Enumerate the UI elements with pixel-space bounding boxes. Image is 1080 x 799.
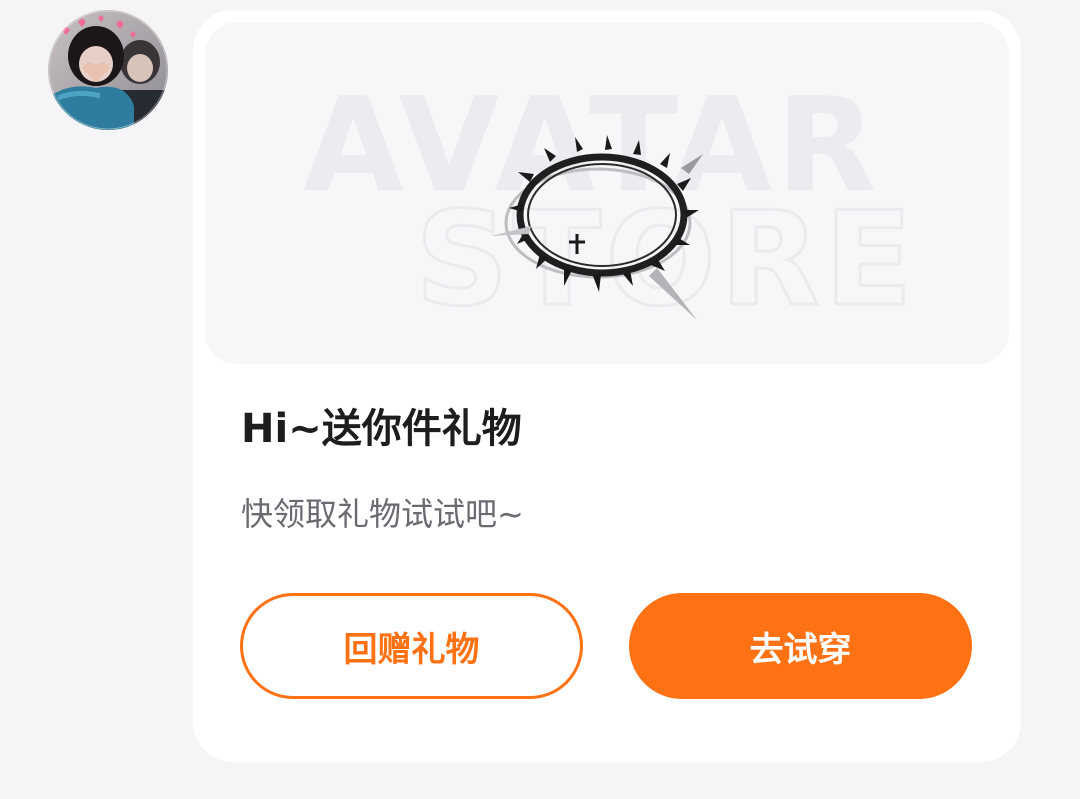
gift-banner: AVATAR STORE [205, 22, 1009, 364]
gift-message-card[interactable]: AVATAR STORE Hi~送你件礼物 快领取礼物试试吧~ 回赠礼物 去试穿 [193, 10, 1021, 762]
try-on-label: 去试穿 [749, 629, 852, 670]
gift-subtitle: 快领取礼物试试吧~ [241, 495, 524, 533]
gift-item-illustration: AVATAR STORE [303, 69, 914, 337]
chat-area: AVATAR STORE Hi~送你件礼物 快领取礼物试试吧~ 回赠礼物 去试穿 [0, 0, 1080, 799]
gift-title: Hi~送你件礼物 [241, 406, 522, 452]
avatar-photo [48, 10, 168, 130]
return-gift-button[interactable]: 回赠礼物 [240, 593, 583, 699]
try-on-button[interactable]: 去试穿 [629, 593, 972, 699]
return-gift-label: 回赠礼物 [343, 629, 480, 670]
sender-avatar[interactable] [48, 10, 168, 130]
